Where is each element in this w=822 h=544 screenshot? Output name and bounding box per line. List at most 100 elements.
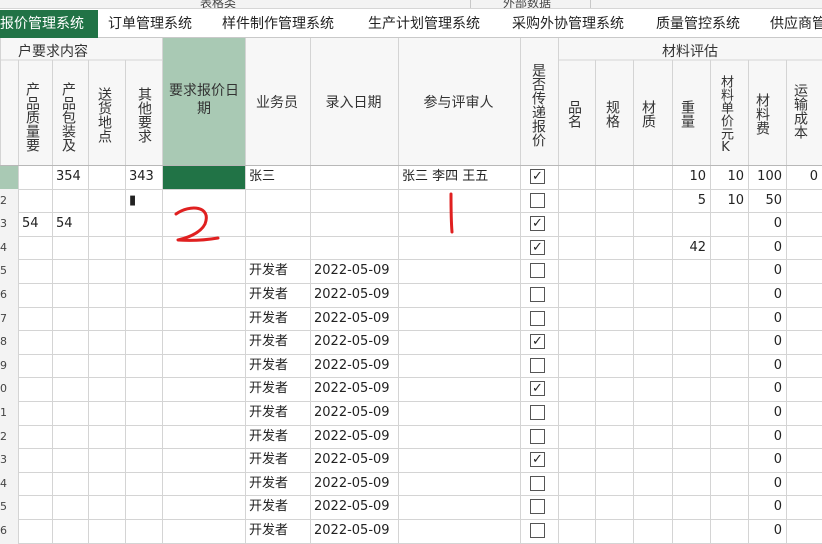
header-weight[interactable]: 重量 (679, 94, 695, 134)
cell-date[interactable]: 2022-05-09 (314, 473, 398, 495)
cell-weight[interactable] (676, 496, 710, 518)
cell-reviewers[interactable] (402, 426, 520, 448)
cell-weight[interactable] (676, 355, 710, 377)
cell-other[interactable]: 343 (129, 166, 162, 188)
row-number[interactable]: 3 (0, 449, 16, 471)
header-quote-date-req[interactable]: 要求报价日期 (166, 82, 242, 118)
cell-weight[interactable] (676, 378, 710, 400)
cell-delivery[interactable] (92, 308, 125, 330)
cell-reviewers[interactable] (402, 402, 520, 424)
cell-salesperson[interactable]: 开发者 (249, 331, 310, 353)
tab-supplier[interactable]: 供应商管 (770, 10, 822, 38)
checkbox-unchecked[interactable] (530, 405, 545, 420)
cell-other[interactable] (129, 308, 162, 330)
checkbox-checked[interactable]: ✓ (530, 239, 545, 255)
cell-salesperson[interactable]: 开发者 (249, 308, 310, 330)
ribbon-label-external[interactable]: 外部数据 (503, 0, 551, 8)
header-material[interactable]: 材质 (640, 94, 656, 134)
cell-quality[interactable] (22, 378, 52, 400)
cell-salesperson[interactable] (249, 237, 310, 259)
cell-packaging[interactable] (56, 473, 88, 495)
tab-order-management[interactable]: 订单管理系统 (108, 10, 208, 38)
cell-cost[interactable]: 0 (752, 308, 786, 330)
cell-quality[interactable] (22, 426, 52, 448)
cell-unit-price[interactable] (714, 402, 748, 424)
cell-weight[interactable] (676, 402, 710, 424)
cell-date[interactable] (314, 237, 398, 259)
cell-weight[interactable]: 5 (676, 190, 710, 212)
cell-date[interactable]: 2022-05-09 (314, 378, 398, 400)
tab-purchasing[interactable]: 采购外协管理系统 (512, 10, 642, 38)
cell-cost[interactable]: 0 (752, 378, 786, 400)
cell-reviewers[interactable] (402, 378, 520, 400)
cell-packaging[interactable] (56, 190, 88, 212)
cell-cost[interactable]: 50 (752, 190, 786, 212)
cell-salesperson[interactable]: 开发者 (249, 378, 310, 400)
row-number[interactable]: 2 (0, 426, 16, 448)
header-material-cost[interactable]: 材料费 (754, 84, 770, 144)
cell-salesperson[interactable]: 开发者 (249, 402, 310, 424)
checkbox-checked[interactable]: ✓ (530, 381, 545, 397)
cell-date[interactable]: 2022-05-09 (314, 449, 398, 471)
cell-ship[interactable] (790, 237, 822, 259)
checkbox-checked[interactable]: ✓ (530, 334, 545, 350)
cell-delivery[interactable] (92, 260, 125, 282)
cell-unit-price[interactable] (714, 378, 748, 400)
cell-ship[interactable] (790, 378, 822, 400)
row-number[interactable]: 3 (0, 213, 16, 235)
cell-date[interactable] (314, 190, 398, 212)
cell-other[interactable] (129, 378, 162, 400)
cell-salesperson[interactable]: 张三 (249, 166, 310, 188)
checkbox-unchecked[interactable] (530, 475, 545, 491)
cell-other[interactable] (129, 496, 162, 518)
cell-date[interactable]: 2022-05-09 (314, 308, 398, 330)
cell-reviewers[interactable] (402, 237, 520, 259)
cell-unit-price[interactable] (714, 284, 748, 306)
cell-delivery[interactable] (92, 213, 125, 235)
cell-unit-price[interactable] (714, 308, 748, 330)
cell-other[interactable] (129, 449, 162, 471)
cell-quality[interactable] (22, 237, 52, 259)
cell-cost[interactable]: 0 (752, 355, 786, 377)
cell-other[interactable] (129, 213, 162, 235)
cell-ship[interactable] (790, 260, 822, 282)
header-delivery-place[interactable]: 送货地点 (96, 80, 112, 150)
header-spec[interactable]: 规格 (604, 94, 620, 134)
cell-reviewers[interactable] (402, 260, 520, 282)
cell-unit-price[interactable]: 10 (714, 166, 748, 188)
header-shipping-cost[interactable]: 运输成本 (792, 76, 808, 146)
cell-packaging[interactable] (56, 260, 88, 282)
cell-quality[interactable] (22, 402, 52, 424)
cell-quality[interactable] (22, 260, 52, 282)
cell-reviewers[interactable] (402, 331, 520, 353)
cell-quality[interactable] (22, 331, 52, 353)
cell-packaging[interactable] (56, 284, 88, 306)
cell-packaging[interactable] (56, 237, 88, 259)
cell-delivery[interactable] (92, 378, 125, 400)
row-number[interactable]: 5 (0, 496, 16, 518)
cell-quality[interactable] (22, 190, 52, 212)
cell-salesperson[interactable]: 开发者 (249, 520, 310, 542)
cell-packaging[interactable] (56, 331, 88, 353)
cell-date[interactable]: 2022-05-09 (314, 260, 398, 282)
cell-salesperson[interactable]: 开发者 (249, 496, 310, 518)
checkbox-unchecked[interactable] (530, 287, 545, 302)
cell-other[interactable] (129, 284, 162, 306)
tab-production-planning[interactable]: 生产计划管理系统 (368, 10, 498, 38)
header-other-req[interactable]: 其他要求 (136, 80, 152, 150)
cell-quality[interactable] (22, 520, 52, 542)
cell-salesperson[interactable]: 开发者 (249, 426, 310, 448)
cell-quality[interactable] (22, 284, 52, 306)
cell-other[interactable] (129, 520, 162, 542)
cell-unit-price[interactable] (714, 473, 748, 495)
cell-packaging[interactable]: 54 (56, 213, 88, 235)
cell-other[interactable] (129, 331, 162, 353)
tab-quality-control[interactable]: 质量管控系统 (656, 10, 756, 38)
cell-delivery[interactable] (92, 237, 125, 259)
selected-cell[interactable] (163, 166, 245, 189)
row-number[interactable]: 4 (0, 473, 16, 495)
checkbox-unchecked[interactable] (530, 263, 545, 279)
cell-cost[interactable]: 0 (752, 473, 786, 495)
cell-weight[interactable] (676, 449, 710, 471)
cell-date[interactable]: 2022-05-09 (314, 402, 398, 424)
